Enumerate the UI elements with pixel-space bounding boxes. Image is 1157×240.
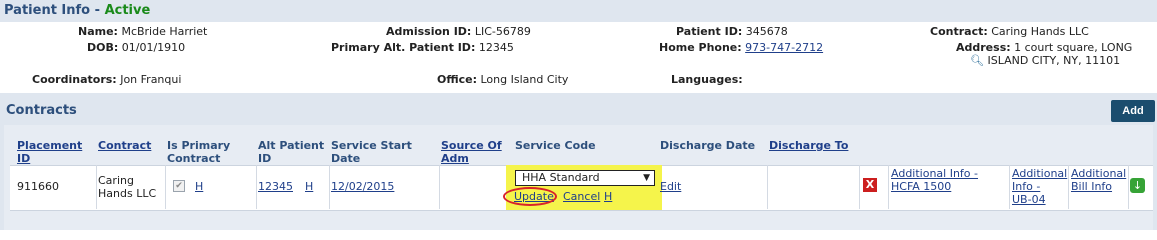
checkbox-icon: ✔ [175,181,183,191]
patient-coordinators: Coordinators: Jon Franqui [32,73,182,86]
service-code-select[interactable]: HHA Standard ▼ [515,170,655,186]
col-contract[interactable]: Contract [98,139,151,152]
cancel-link[interactable]: Cancel [563,190,600,203]
patient-id: Patient ID: 345678 [676,25,788,38]
additional-info-ub04-link[interactable]: Additional Info - UB-04 [1012,167,1067,206]
col-is-primary: Is Primary Contract [167,139,231,165]
delete-icon[interactable]: X [863,178,877,192]
update-annotation-circle [503,187,557,206]
cell-divider [1128,165,1129,209]
placement-id-value: 911660 [17,180,59,193]
add-contract-button[interactable]: Add [1111,100,1155,122]
cell-divider [329,165,330,209]
chevron-down-icon: ▼ [643,173,650,183]
patient-address-line2: 🔍︎ ISLAND CITY, NY, 11101 [970,54,1121,67]
edit-link[interactable]: Edit [660,180,681,193]
cell-divider [165,165,166,209]
alt-history-link[interactable]: H [305,180,313,193]
col-discharge-date: Discharge Date [660,139,756,152]
additional-info-hcfa-link[interactable]: Additional Info - HCFA 1500 [891,167,978,193]
patient-status: Active [104,3,151,18]
patient-info-header: Patient Info - Active [0,0,1157,22]
patient-dob: DOB: 01/01/1910 [87,41,186,54]
contracts-title: Contracts [6,103,77,118]
cell-divider [888,165,889,209]
home-phone-link[interactable]: 973-747-2712 [745,41,823,54]
cell-divider [1068,165,1069,209]
cell-divider [1009,165,1010,209]
col-placement-id[interactable]: Placement ID [17,139,82,165]
service-code-history-link[interactable]: H [604,190,612,203]
patient-languages: Languages: [671,73,743,86]
is-primary-checkbox[interactable]: ✔ [173,180,185,192]
patient-info-title: Patient Info - Active [4,3,151,18]
map-icon[interactable]: 🔍︎ [970,54,984,67]
patient-home-phone: Home Phone: 973-747-2712 [659,41,824,54]
patient-address-label: Address: 1 court square, LONG [956,41,1133,54]
service-start-link[interactable]: 12/02/2015 [331,180,394,193]
contract-value: Caring Hands LLC [98,174,157,200]
cell-divider [439,165,440,209]
primary-history-link[interactable]: H [195,180,203,193]
download-icon[interactable]: ↓ [1130,178,1145,193]
patient-admission-id: Admission ID: LIC-56789 [386,25,531,38]
patient-name: Name: McBride Harriet [78,25,208,38]
patient-contract: Contract: Caring Hands LLC [930,25,1089,38]
cell-divider [767,165,768,209]
col-service-start: Service Start Date [331,139,412,165]
cell-divider [256,165,257,209]
col-alt-patient-id: Alt Patient ID [258,139,325,165]
alt-patient-id-link[interactable]: 12345 [258,180,293,193]
col-service-code: Service Code [515,139,596,152]
additional-bill-info-link[interactable]: Additional Bill Info [1071,167,1126,193]
patient-alt-id: Primary Alt. Patient ID: 12345 [331,41,514,54]
cell-divider [96,165,97,209]
col-source-of-adm[interactable]: Source Of Adm [441,139,502,165]
cell-divider [859,165,860,209]
col-discharge-to[interactable]: Discharge To [769,139,848,152]
patient-office: Office: Long Island City [437,73,569,86]
